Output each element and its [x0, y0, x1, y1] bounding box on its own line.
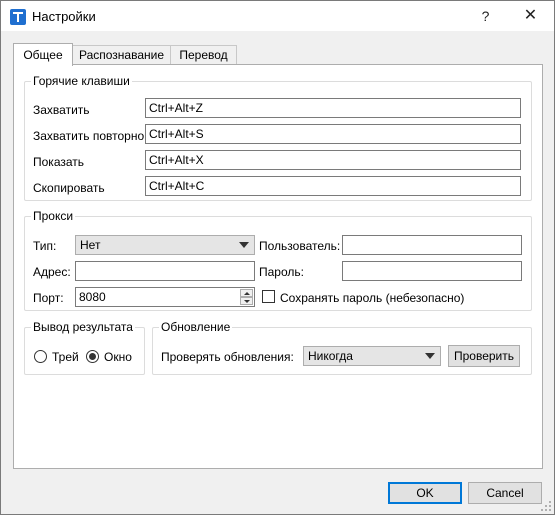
- update-frequency-select[interactable]: Никогда: [303, 346, 441, 366]
- proxy-address-field[interactable]: [75, 261, 255, 281]
- proxy-type-value: Нет: [80, 238, 101, 252]
- save-password-checkbox[interactable]: [262, 290, 275, 303]
- show-hotkey-field[interactable]: Ctrl+Alt+X: [145, 150, 521, 170]
- tab-general[interactable]: Общее: [13, 43, 73, 66]
- help-icon: ?: [481, 8, 490, 24]
- cancel-button[interactable]: Cancel: [468, 482, 542, 504]
- proxy-port-label: Порт:: [33, 291, 64, 305]
- update-frequency-value: Никогда: [308, 349, 353, 363]
- output-group: Вывод результата Трей Окно: [24, 320, 145, 375]
- show-label: Показать: [33, 155, 85, 169]
- title-bar: Настройки ? ✕: [1, 1, 554, 31]
- recapture-hotkey-field[interactable]: Ctrl+Alt+S: [145, 124, 521, 144]
- ok-button[interactable]: OK: [388, 482, 462, 504]
- save-password-label: Сохранять пароль (небезопасно): [280, 291, 465, 305]
- tab-panel-general: Горячие клавиши Захватить Ctrl+Alt+Z Зах…: [13, 64, 543, 469]
- recapture-label: Захватить повторно: [33, 129, 145, 143]
- proxy-port-value: 8080: [79, 290, 106, 304]
- chevron-down-icon: [239, 242, 249, 248]
- output-window-radio[interactable]: [86, 350, 99, 363]
- tab-recognition[interactable]: Распознавание: [72, 45, 171, 65]
- copy-label: Скопировать: [33, 181, 105, 195]
- hotkeys-group: Горячие клавиши Захватить Ctrl+Alt+Z Зах…: [24, 74, 532, 201]
- output-tray-radio[interactable]: [34, 350, 47, 363]
- spin-up-icon[interactable]: [240, 289, 253, 297]
- capture-hotkey-field[interactable]: Ctrl+Alt+Z: [145, 98, 521, 118]
- proxy-address-label: Адрес:: [33, 265, 71, 279]
- proxy-password-field[interactable]: [342, 261, 522, 281]
- output-legend: Вывод результата: [31, 320, 135, 334]
- settings-dialog: Настройки ? ✕ Общее Распознавание Перево…: [0, 0, 555, 515]
- spin-down-icon[interactable]: [240, 297, 253, 305]
- output-window-label: Окно: [104, 350, 132, 364]
- proxy-type-select[interactable]: Нет: [75, 235, 255, 255]
- hotkeys-legend: Горячие клавиши: [31, 74, 132, 88]
- check-updates-label: Проверять обновления:: [161, 350, 294, 364]
- proxy-port-field[interactable]: 8080: [75, 287, 255, 307]
- chevron-down-icon: [425, 353, 435, 359]
- close-icon: ✕: [523, 7, 538, 24]
- update-group: Обновление Проверять обновления: Никогда…: [152, 320, 532, 375]
- proxy-user-field[interactable]: [342, 235, 522, 255]
- window-title: Настройки: [32, 9, 96, 24]
- proxy-group: Прокси Тип: Нет Пользователь: Адрес: Пар…: [24, 209, 532, 311]
- proxy-password-label: Пароль:: [259, 265, 304, 279]
- app-logo-icon: [10, 9, 26, 25]
- tab-translation[interactable]: Перевод: [170, 45, 237, 65]
- proxy-user-label: Пользователь:: [259, 239, 341, 253]
- capture-label: Захватить: [33, 103, 90, 117]
- proxy-type-label: Тип:: [33, 239, 57, 253]
- output-tray-label: Трей: [52, 350, 79, 364]
- update-legend: Обновление: [159, 320, 233, 334]
- resize-grip-icon[interactable]: [541, 501, 551, 511]
- copy-hotkey-field[interactable]: Ctrl+Alt+C: [145, 176, 521, 196]
- proxy-legend: Прокси: [31, 209, 76, 223]
- help-button[interactable]: ?: [463, 1, 508, 31]
- close-button[interactable]: ✕: [508, 1, 553, 31]
- check-updates-button[interactable]: Проверить: [448, 345, 520, 367]
- port-spinner: [240, 289, 253, 305]
